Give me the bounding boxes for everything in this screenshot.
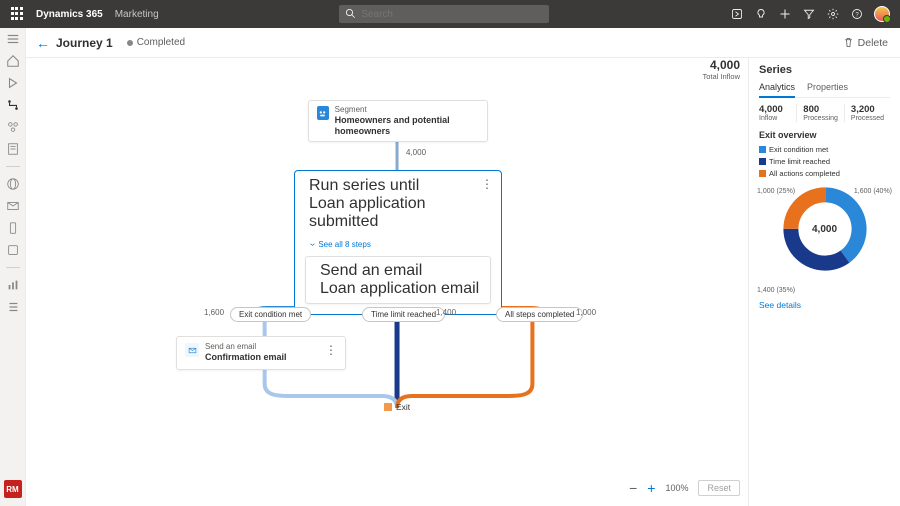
segment-icon[interactable] <box>6 120 20 134</box>
tab-analytics[interactable]: Analytics <box>759 82 795 98</box>
filter-icon[interactable] <box>802 7 816 21</box>
stat-inflow-l: Inflow <box>759 115 790 122</box>
globe-icon[interactable] <box>6 177 20 191</box>
legend-time: Time limit reached <box>769 157 830 166</box>
trash-icon <box>843 37 854 48</box>
status-dot <box>127 40 133 46</box>
confirm-main: Confirmation email <box>205 352 287 363</box>
delete-label: Delete <box>858 37 888 49</box>
global-search[interactable] <box>339 5 549 23</box>
page-title: Journey 1 <box>56 36 113 50</box>
overview-title: Exit overview <box>759 130 890 140</box>
series-sub: Run series until <box>309 177 493 195</box>
count-steps: 1,000 <box>576 308 596 317</box>
exit-node: Exit <box>384 402 410 412</box>
help-icon[interactable]: ? <box>850 7 864 21</box>
stat-processing-v: 800 <box>803 104 838 115</box>
command-bar: ← Journey 1 Completed Delete <box>0 28 900 58</box>
series-inner-sub: Send an email <box>320 262 479 280</box>
series-inner-main: Loan application email <box>320 280 479 298</box>
phone-icon[interactable] <box>6 221 20 235</box>
chip-exit-condition[interactable]: Exit condition met <box>230 307 311 322</box>
exit-donut-chart: 4,000 <box>780 184 870 274</box>
delete-button[interactable]: Delete <box>843 37 888 49</box>
list-icon[interactable] <box>6 300 20 314</box>
settings-icon[interactable] <box>826 7 840 21</box>
chip-all-steps[interactable]: All steps completed <box>496 307 583 322</box>
app-area: Marketing <box>115 9 159 20</box>
home-icon[interactable] <box>6 54 20 68</box>
search-icon <box>345 8 356 19</box>
segment-main: Homeowners and potential homeowners <box>335 115 479 137</box>
confirm-sub: Send an email <box>205 343 287 352</box>
tablet-icon[interactable] <box>6 243 20 257</box>
legend-all: All actions completed <box>769 169 840 178</box>
segment-sub: Segment <box>335 106 479 115</box>
lightbulb-icon[interactable] <box>754 7 768 21</box>
stat-inflow-v: 4,000 <box>759 104 790 115</box>
email-confirm-icon <box>185 343 199 357</box>
segment-node[interactable]: Segment Homeowners and potential homeown… <box>308 100 488 142</box>
tab-properties[interactable]: Properties <box>807 82 848 97</box>
series-node[interactable]: Run series until Loan application submit… <box>294 170 502 315</box>
zoom-toolbar: − + 100% Reset <box>629 480 740 496</box>
form-icon[interactable] <box>6 142 20 156</box>
journey-icon[interactable] <box>6 98 20 112</box>
stat-processed-l: Processed <box>851 115 884 122</box>
donut-total: 4,000 <box>780 184 870 274</box>
play-icon[interactable] <box>6 76 20 90</box>
segment-count: 4,000 <box>406 148 426 157</box>
stat-triplet: 4,000Inflow 800Processing 3,200Processed <box>759 104 890 122</box>
journey-canvas[interactable]: 4,000 Total Inflow Segment <box>26 58 748 506</box>
panel-title: Series <box>759 64 890 76</box>
app-launcher-icon[interactable] <box>10 6 26 22</box>
search-input[interactable] <box>339 5 549 23</box>
user-avatar[interactable] <box>874 6 890 22</box>
add-icon[interactable] <box>778 7 792 21</box>
stat-processing-l: Processing <box>803 115 838 122</box>
series-expand[interactable]: See all 8 steps <box>295 237 501 256</box>
series-main: Loan application submitted <box>309 195 493 231</box>
panel-tabs: Analytics Properties <box>759 82 890 98</box>
see-details-link[interactable]: See details <box>759 300 890 310</box>
status-text: Completed <box>137 37 185 48</box>
chart-legend: Exit condition met Time limit reached Al… <box>759 144 890 180</box>
left-nav: RM <box>0 28 26 506</box>
confirm-email-node[interactable]: Send an email Confirmation email ⋮ <box>176 336 346 370</box>
zoom-out-button[interactable]: − <box>629 480 637 496</box>
zoom-value: 100% <box>665 483 688 493</box>
count-time: 1,400 <box>436 308 456 317</box>
share-icon[interactable] <box>730 7 744 21</box>
app-name: Dynamics 365 <box>36 9 103 20</box>
count-exit: 1,600 <box>204 308 224 317</box>
properties-panel: Series Analytics Properties 4,000Inflow … <box>748 58 900 506</box>
global-topbar: Dynamics 365 Marketing ? <box>0 0 900 28</box>
exit-label: Exit <box>396 402 410 412</box>
zoom-in-button[interactable]: + <box>647 480 655 496</box>
segment-icon <box>317 106 329 120</box>
zoom-reset-button[interactable]: Reset <box>698 480 740 496</box>
exit-icon <box>384 403 392 411</box>
stat-processed-v: 3,200 <box>851 104 884 115</box>
svg-text:?: ? <box>855 12 859 18</box>
chart-icon[interactable] <box>6 278 20 292</box>
chip-time-limit[interactable]: Time limit reached <box>362 307 445 322</box>
back-button[interactable]: ← <box>36 35 50 51</box>
persona-badge[interactable]: RM <box>4 480 22 498</box>
hamburger-icon[interactable] <box>6 32 20 46</box>
series-more-icon[interactable]: ⋮ <box>481 177 493 191</box>
legend-exit: Exit condition met <box>769 145 828 154</box>
email-icon[interactable] <box>6 199 20 213</box>
donut-label-bl: 1,400 (35%) <box>757 287 795 294</box>
confirm-more-icon[interactable]: ⋮ <box>325 343 337 357</box>
series-inner-node[interactable]: Send an email Loan application email <box>305 256 491 304</box>
